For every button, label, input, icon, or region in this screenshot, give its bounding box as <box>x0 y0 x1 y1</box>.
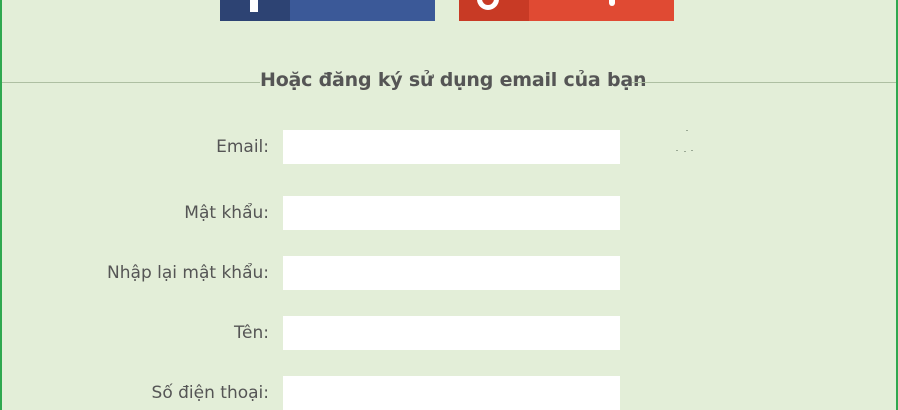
name-input[interactable] <box>283 316 620 350</box>
google-plus-login-button[interactable] <box>459 0 674 21</box>
signup-panel: Hoặc đăng ký sử dụng email của bạn Email… <box>2 0 896 410</box>
password-label: Mật khẩu: <box>184 203 269 223</box>
phone-row: Số điện thoại: <box>2 376 896 410</box>
loading-indicator <box>674 128 700 156</box>
facebook-icon <box>220 0 290 21</box>
facebook-login-button[interactable] <box>220 0 435 21</box>
email-signup-heading: Hoặc đăng ký sử dụng email của bạn <box>260 69 647 91</box>
email-row: Email: <box>2 130 896 164</box>
confirm-password-input[interactable] <box>283 256 620 290</box>
phone-input[interactable] <box>283 376 620 410</box>
confirm-password-row: Nhập lại mật khẩu: <box>2 256 896 290</box>
name-row: Tên: <box>2 316 896 350</box>
google-plus-glyph <box>609 0 615 6</box>
password-row: Mật khẩu: <box>2 196 896 230</box>
divider-line-left <box>2 82 260 83</box>
email-input[interactable] <box>283 130 620 164</box>
google-plus-icon <box>459 0 529 21</box>
email-label: Email: <box>216 137 269 157</box>
divider-line-right <box>632 82 896 83</box>
phone-label: Số điện thoại: <box>151 383 269 403</box>
password-input[interactable] <box>283 196 620 230</box>
name-label: Tên: <box>234 323 269 343</box>
confirm-password-label: Nhập lại mật khẩu: <box>107 263 269 283</box>
